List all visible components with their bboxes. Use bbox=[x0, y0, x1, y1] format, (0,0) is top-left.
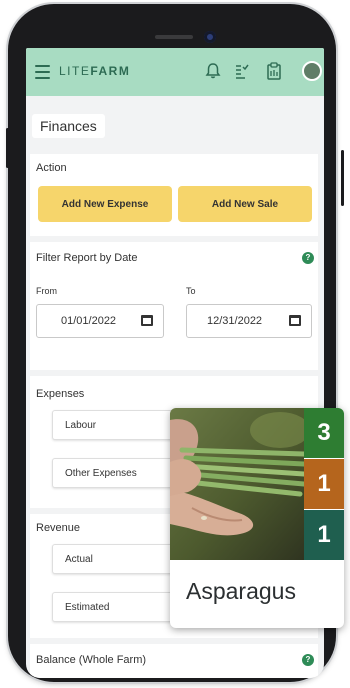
filter-title: Filter Report by Date bbox=[36, 252, 138, 264]
front-camera bbox=[204, 31, 216, 43]
calendar-icon[interactable] bbox=[141, 315, 153, 326]
expenses-label: Expenses bbox=[36, 388, 85, 400]
filter-section: Filter Report by Date ? From To 01/01/20… bbox=[30, 242, 318, 370]
power-button bbox=[341, 150, 344, 206]
info-icon[interactable]: ? bbox=[302, 654, 314, 666]
from-date-input[interactable]: 01/01/2022 bbox=[36, 304, 164, 338]
calendar-icon[interactable] bbox=[289, 315, 301, 326]
bell-icon[interactable] bbox=[204, 62, 222, 80]
crop-count-badge: 3 bbox=[304, 408, 344, 458]
info-icon[interactable]: ? bbox=[302, 252, 314, 264]
clipboard-icon[interactable] bbox=[265, 62, 283, 80]
asparagus-photo bbox=[170, 408, 304, 560]
action-section: Action Add New Expense Add New Sale bbox=[30, 154, 318, 236]
balance-label: Balance (Whole Farm) bbox=[36, 654, 147, 666]
crop-name: Asparagus bbox=[186, 578, 296, 604]
avatar[interactable] bbox=[302, 61, 322, 81]
from-label: From bbox=[36, 286, 57, 296]
add-new-expense-button[interactable]: Add New Expense bbox=[38, 186, 172, 222]
to-date-input[interactable]: 12/31/2022 bbox=[186, 304, 312, 338]
task-icon[interactable] bbox=[232, 62, 250, 80]
app-logo: LITEFARM bbox=[59, 64, 131, 78]
crop-count-badge: 1 bbox=[304, 459, 344, 509]
speaker-grille bbox=[155, 35, 193, 39]
page-title: Finances bbox=[32, 114, 105, 138]
volume-button bbox=[6, 128, 9, 168]
action-label: Action bbox=[36, 162, 67, 174]
top-nav-bar: LITEFARM bbox=[26, 48, 324, 96]
crop-count-badge: 1 bbox=[304, 510, 344, 560]
add-new-sale-button[interactable]: Add New Sale bbox=[178, 186, 312, 222]
menu-icon[interactable] bbox=[35, 65, 50, 79]
to-label: To bbox=[186, 286, 196, 296]
balance-section: Balance (Whole Farm) ? bbox=[30, 644, 318, 678]
crop-card[interactable]: 3 1 1 Asparagus bbox=[170, 408, 344, 628]
revenue-label: Revenue bbox=[36, 522, 81, 534]
